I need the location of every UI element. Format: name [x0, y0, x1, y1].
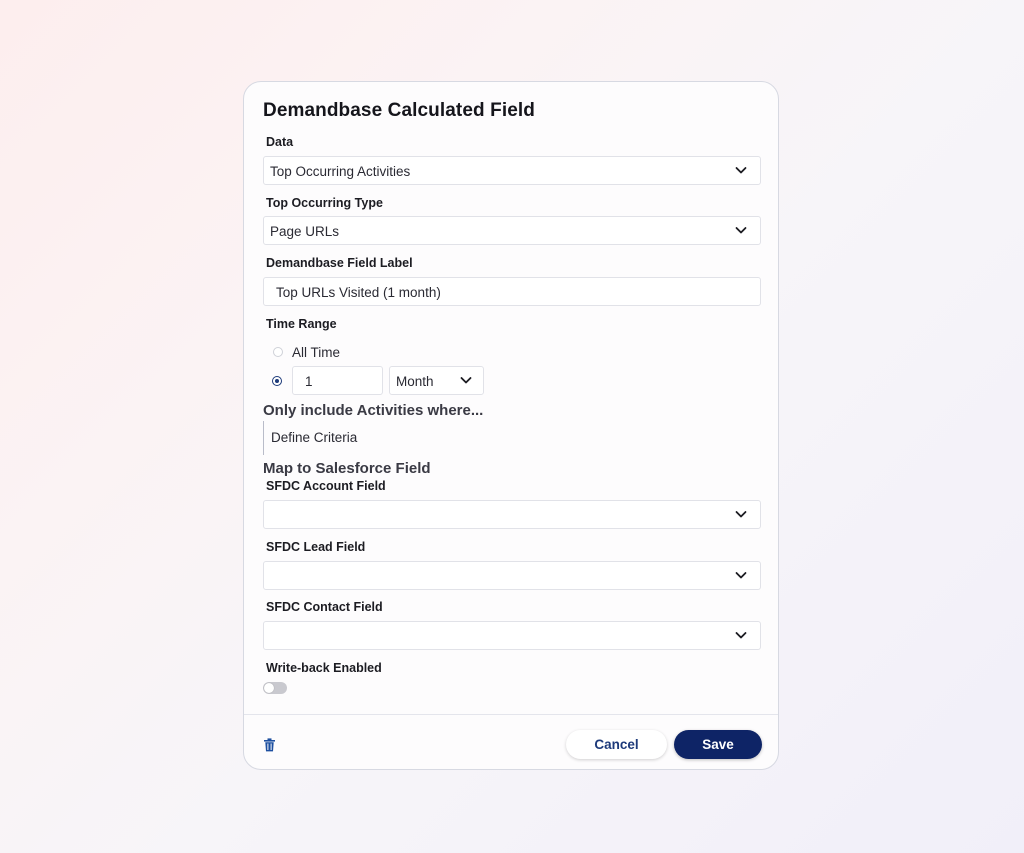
radio-custom-range[interactable] [272, 376, 282, 386]
dialog-title: Demandbase Calculated Field [263, 100, 535, 121]
sfdc-contact-field-select[interactable] [263, 621, 761, 650]
time-unit-select[interactable]: Month [389, 366, 484, 395]
top-occurring-type-select[interactable]: Page URLs [263, 216, 761, 245]
field-label-input[interactable]: Top URLs Visited (1 month) [263, 277, 761, 306]
cancel-button[interactable]: Cancel [566, 730, 667, 759]
field-label-input-value: Top URLs Visited (1 month) [276, 285, 441, 300]
footer-divider [244, 714, 778, 715]
writeback-label: Write-back Enabled [266, 661, 382, 675]
trash-icon[interactable] [263, 738, 276, 752]
top-occurring-type-value: Page URLs [270, 224, 340, 239]
sfdc-lead-field-select[interactable] [263, 561, 761, 590]
save-button[interactable]: Save [674, 730, 762, 759]
criteria-heading: Only include Activities where... [263, 402, 484, 419]
chevron-down-icon [460, 377, 472, 384]
chevron-down-icon [735, 167, 747, 174]
time-unit-value: Month [396, 374, 434, 389]
sfdc-account-field-label: SFDC Account Field [266, 479, 386, 493]
define-criteria-link[interactable]: Define Criteria [271, 430, 357, 445]
salesforce-heading: Map to Salesforce Field [263, 460, 431, 477]
chevron-down-icon [735, 632, 747, 639]
writeback-toggle[interactable] [263, 682, 287, 694]
top-occurring-type-label: Top Occurring Type [266, 196, 383, 210]
calculated-field-dialog: Demandbase Calculated Field Data Top Occ… [243, 81, 779, 770]
time-amount-value: 1 [305, 374, 313, 389]
field-label-label: Demandbase Field Label [266, 256, 413, 270]
data-label: Data [266, 135, 294, 149]
data-select[interactable]: Top Occurring Activities [263, 156, 761, 185]
sfdc-lead-field-label: SFDC Lead Field [266, 540, 366, 554]
radio-all-time-label: All Time [292, 345, 341, 360]
sfdc-account-field-select[interactable] [263, 500, 761, 529]
sfdc-contact-field-label: SFDC Contact Field [266, 600, 383, 614]
toggle-knob [264, 683, 274, 693]
chevron-down-icon [735, 511, 747, 518]
chevron-down-icon [735, 572, 747, 579]
time-amount-input[interactable]: 1 [292, 366, 383, 395]
chevron-down-icon [735, 227, 747, 234]
time-range-label: Time Range [266, 317, 337, 331]
data-select-value: Top Occurring Activities [270, 164, 411, 179]
define-criteria-area[interactable]: Define Criteria [263, 421, 357, 455]
radio-all-time[interactable] [273, 347, 283, 357]
